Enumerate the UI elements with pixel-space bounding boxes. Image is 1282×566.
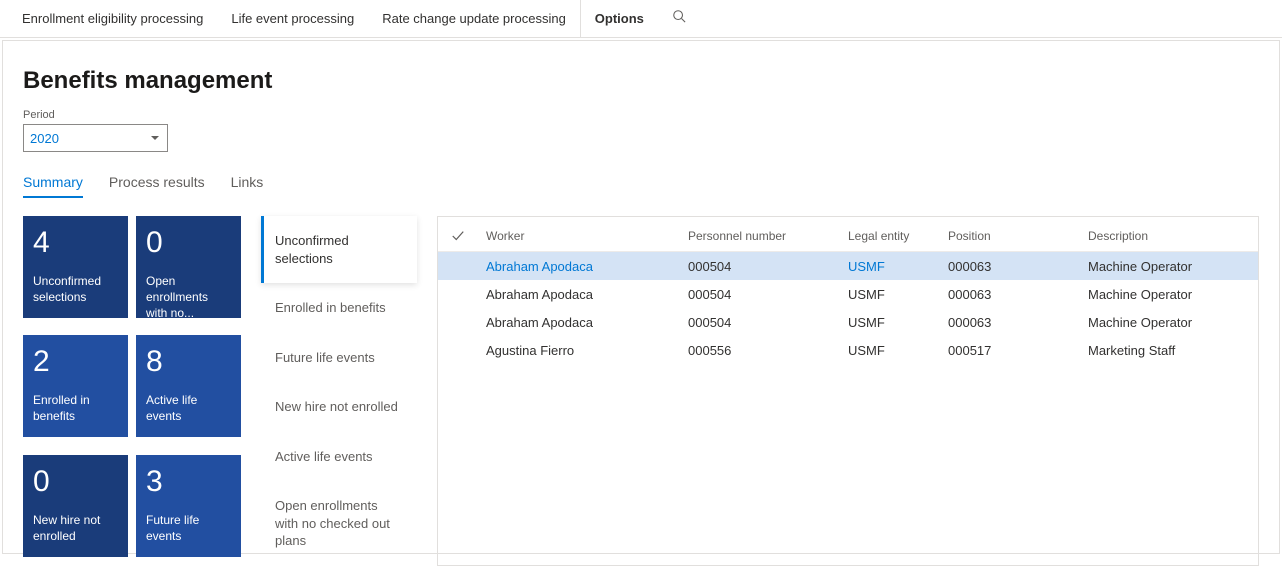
- cell-description: Machine Operator: [1088, 287, 1258, 302]
- cell-description: Marketing Staff: [1088, 343, 1258, 358]
- table-row[interactable]: Abraham Apodaca 000504 USMF 000063 Machi…: [438, 280, 1258, 308]
- data-grid: Worker Personnel number Legal entity Pos…: [437, 216, 1259, 566]
- ribbon-life-event[interactable]: Life event processing: [217, 0, 368, 37]
- grid-header: Worker Personnel number Legal entity Pos…: [438, 225, 1258, 252]
- cell-legal[interactable]: USMF: [848, 287, 948, 302]
- table-row[interactable]: Agustina Fierro 000556 USMF 000517 Marke…: [438, 336, 1258, 364]
- page-content: Benefits management Period 2020 Summary …: [2, 40, 1280, 554]
- tab-summary[interactable]: Summary: [23, 174, 83, 198]
- tile-count: 0: [33, 465, 118, 498]
- col-header-personnel[interactable]: Personnel number: [688, 229, 848, 243]
- ribbon-enrollment-eligibility[interactable]: Enrollment eligibility processing: [8, 0, 217, 37]
- category-enrolled-in-benefits[interactable]: Enrolled in benefits: [261, 283, 417, 333]
- col-header-description[interactable]: Description: [1088, 229, 1258, 243]
- table-row[interactable]: Abraham Apodaca 000504 USMF 000063 Machi…: [438, 308, 1258, 336]
- tile-new-hire-not-enrolled[interactable]: 0 New hire not enrolled: [23, 455, 128, 557]
- tile-open-enrollments[interactable]: 0 Open enrollments with no...: [136, 216, 241, 318]
- cell-worker[interactable]: Abraham Apodaca: [478, 315, 688, 330]
- cell-personnel: 000504: [688, 259, 848, 274]
- tile-label: New hire not enrolled: [33, 512, 118, 544]
- tile-count: 0: [146, 226, 231, 259]
- category-open-enrollments-no-plans[interactable]: Open enrollments with no checked out pla…: [261, 481, 417, 566]
- category-active-life-events[interactable]: Active life events: [261, 432, 417, 482]
- cell-personnel: 000556: [688, 343, 848, 358]
- tile-label: Future life events: [146, 512, 231, 544]
- tile-count: 4: [33, 226, 118, 259]
- select-all-check-icon[interactable]: [438, 229, 478, 243]
- cell-description: Machine Operator: [1088, 259, 1258, 274]
- col-header-position[interactable]: Position: [948, 229, 1088, 243]
- tile-future-life-events[interactable]: 3 Future life events: [136, 455, 241, 557]
- tile-count: 2: [33, 345, 118, 378]
- cell-personnel: 000504: [688, 287, 848, 302]
- ribbon-rate-change[interactable]: Rate change update processing: [368, 0, 580, 37]
- tile-count: 8: [146, 345, 231, 378]
- tile-label: Enrolled in benefits: [33, 392, 118, 424]
- cell-worker[interactable]: Abraham Apodaca: [478, 287, 688, 302]
- cell-worker[interactable]: Abraham Apodaca: [478, 259, 688, 274]
- top-ribbon: Enrollment eligibility processing Life e…: [0, 0, 1282, 38]
- tab-links[interactable]: Links: [231, 174, 264, 198]
- col-header-legal[interactable]: Legal entity: [848, 229, 948, 243]
- cell-legal[interactable]: USMF: [848, 259, 948, 274]
- tile-unconfirmed-selections[interactable]: 4 Unconfirmed selections: [23, 216, 128, 318]
- category-panel: Unconfirmed selections Enrolled in benef…: [261, 216, 417, 566]
- tab-process-results[interactable]: Process results: [109, 174, 205, 198]
- tile-enrolled-in-benefits[interactable]: 2 Enrolled in benefits: [23, 335, 128, 437]
- cell-position: 000517: [948, 343, 1088, 358]
- tabs: Summary Process results Links: [23, 174, 1259, 198]
- cell-position: 000063: [948, 287, 1088, 302]
- table-row[interactable]: Abraham Apodaca 000504 USMF 000063 Machi…: [438, 252, 1258, 280]
- period-label: Period: [23, 109, 1259, 121]
- tile-label: Active life events: [146, 392, 231, 424]
- category-unconfirmed-selections[interactable]: Unconfirmed selections: [261, 216, 417, 283]
- col-header-worker[interactable]: Worker: [478, 229, 688, 243]
- tile-count: 3: [146, 465, 231, 498]
- cell-worker[interactable]: Agustina Fierro: [478, 343, 688, 358]
- grid-body: Abraham Apodaca 000504 USMF 000063 Machi…: [438, 252, 1258, 364]
- cell-legal[interactable]: USMF: [848, 343, 948, 358]
- tile-label: Open enrollments with no...: [146, 273, 231, 322]
- cell-description: Machine Operator: [1088, 315, 1258, 330]
- tile-label: Unconfirmed selections: [33, 273, 118, 305]
- category-new-hire-not-enrolled[interactable]: New hire not enrolled: [261, 382, 417, 432]
- page-title: Benefits management: [23, 67, 1259, 95]
- search-icon[interactable]: [658, 9, 700, 28]
- ribbon-options[interactable]: Options: [580, 0, 658, 37]
- cell-position: 000063: [948, 315, 1088, 330]
- period-select[interactable]: 2020: [23, 124, 168, 152]
- category-future-life-events[interactable]: Future life events: [261, 333, 417, 383]
- cell-position: 000063: [948, 259, 1088, 274]
- cell-personnel: 000504: [688, 315, 848, 330]
- tile-active-life-events[interactable]: 8 Active life events: [136, 335, 241, 437]
- tiles-grid: 4 Unconfirmed selections 0 Open enrollme…: [23, 216, 241, 566]
- cell-legal[interactable]: USMF: [848, 315, 948, 330]
